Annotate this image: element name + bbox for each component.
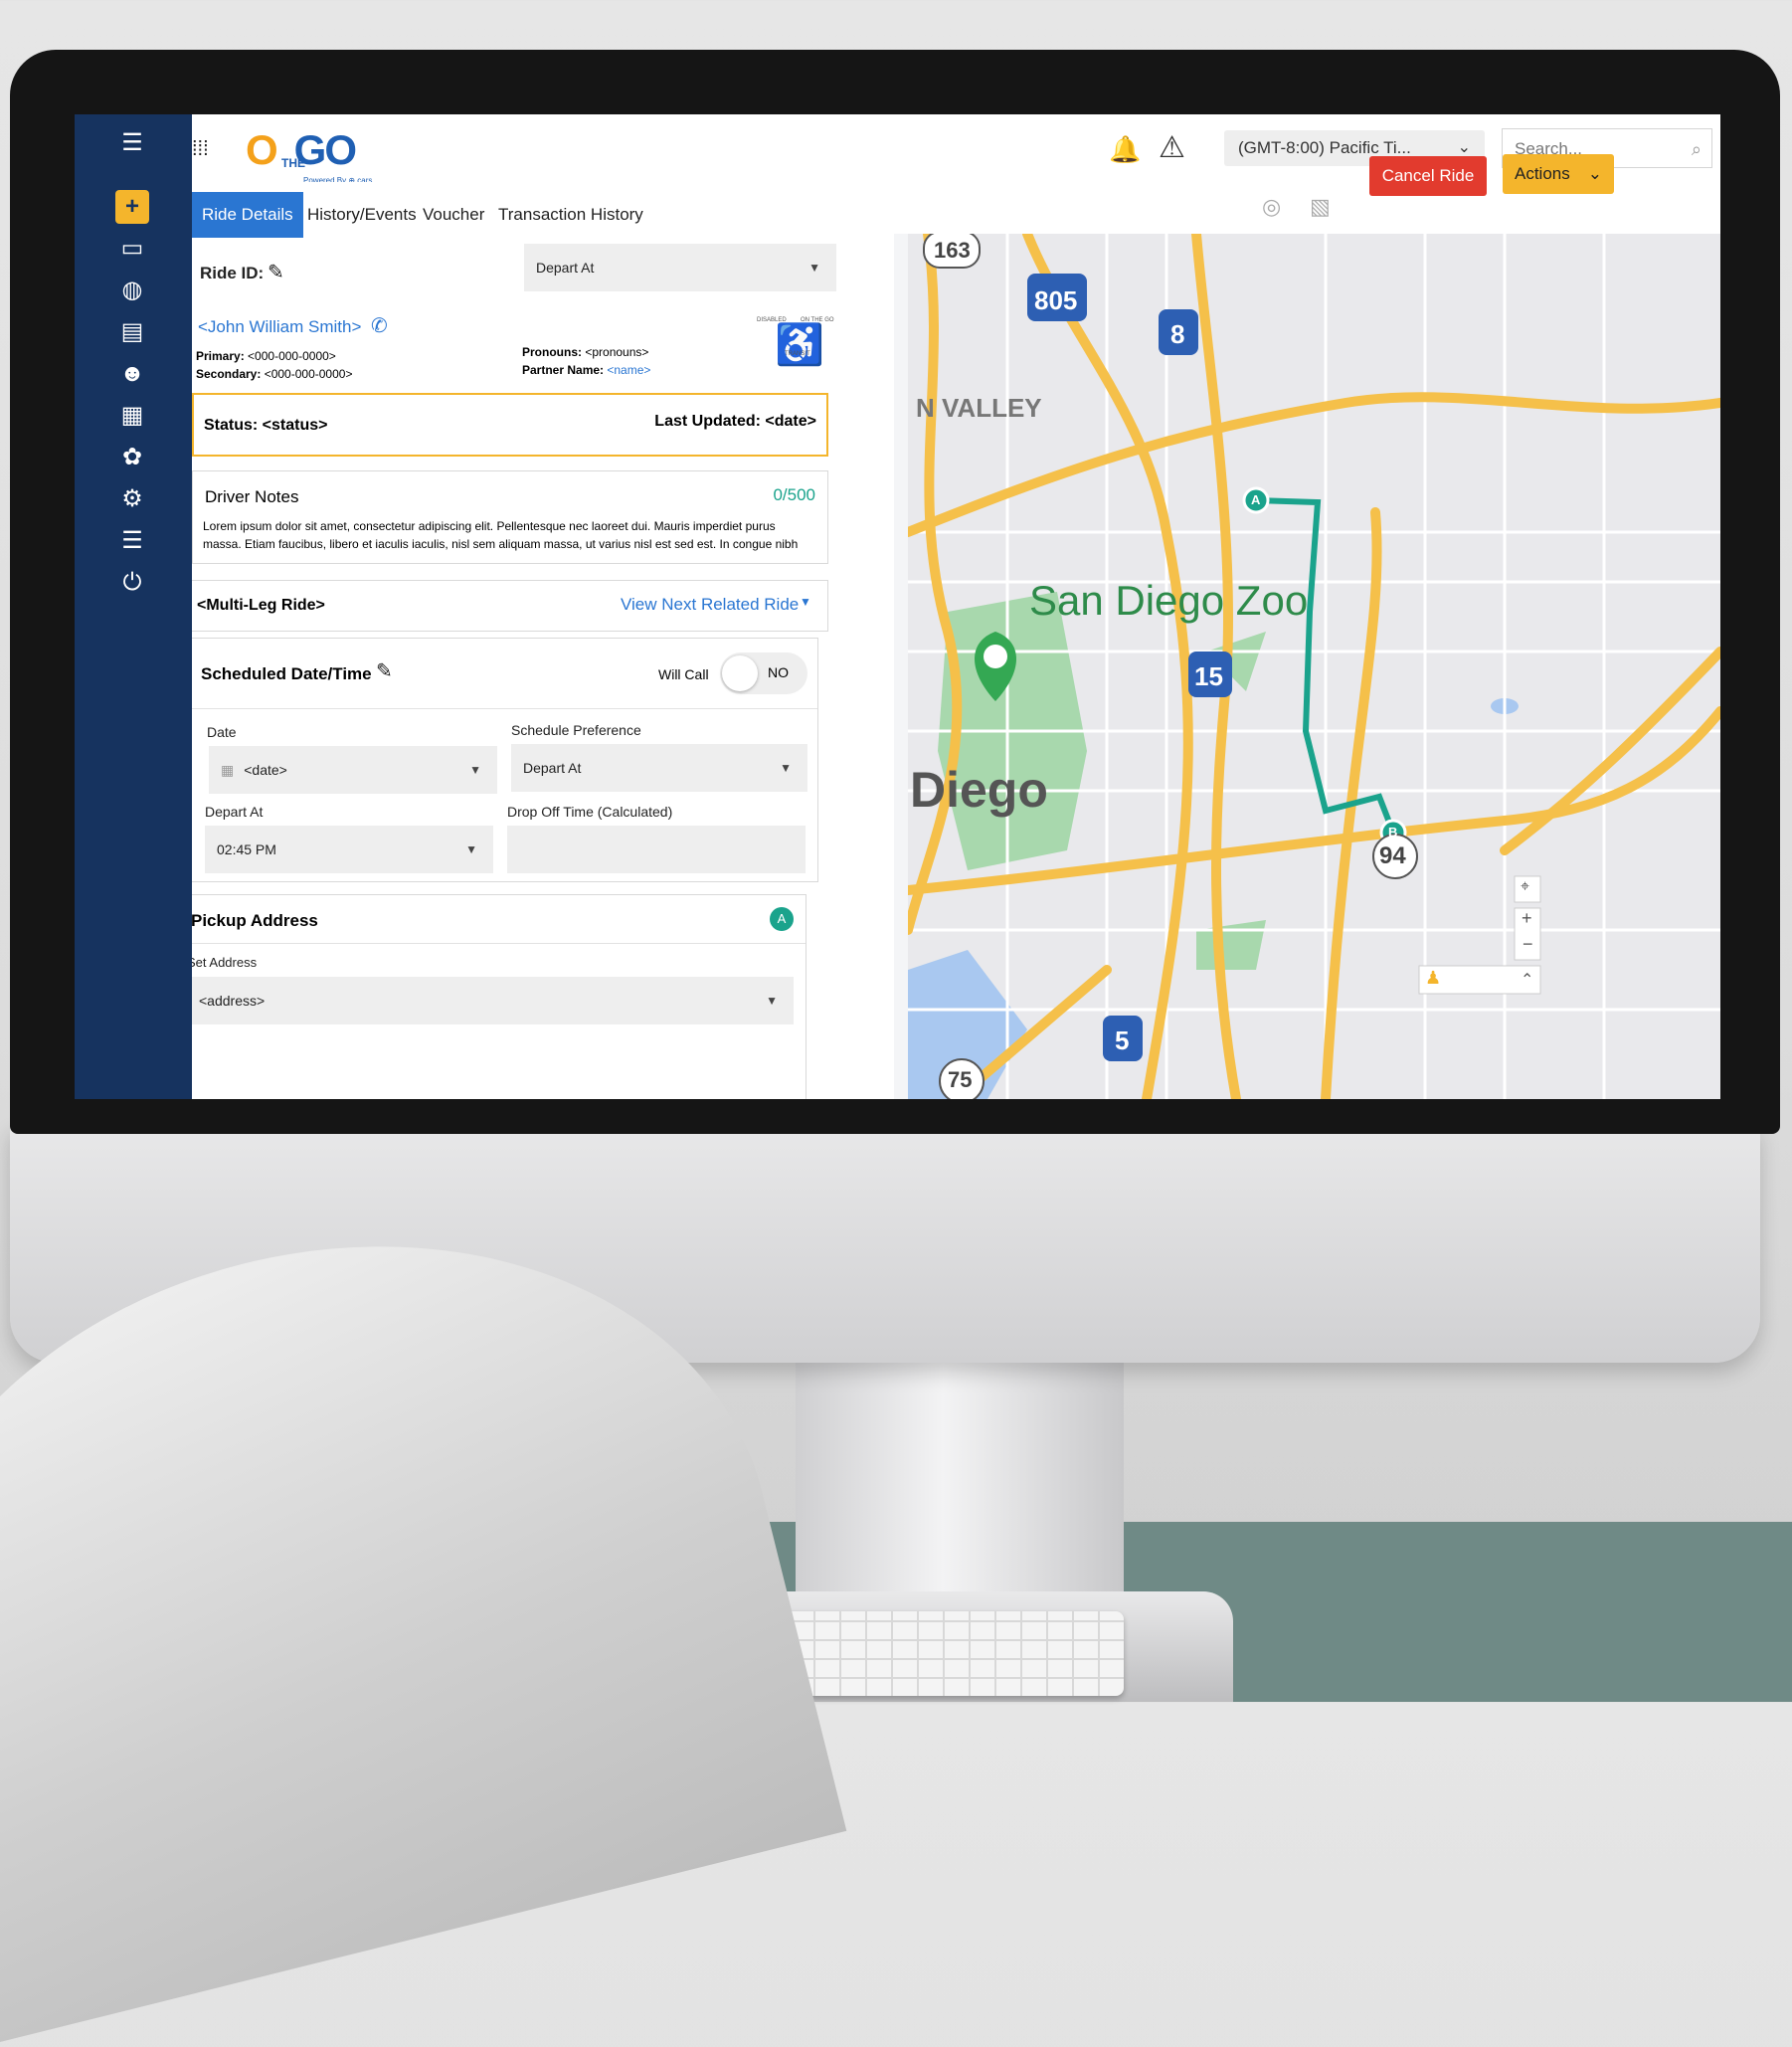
gears-icon[interactable]: ⚙	[115, 482, 149, 516]
date-label: Date	[207, 724, 237, 740]
dropoff-time-label: Drop Off Time (Calculated)	[507, 804, 673, 820]
zoom-in-icon[interactable]: +	[1522, 908, 1532, 929]
search-icon: ⌕	[1691, 139, 1702, 159]
calendar-icon: ▦	[221, 762, 235, 778]
valley-label: N VALLEY	[916, 393, 1042, 423]
pickup-address-card: Pickup Address A Set Address <address> ▼	[192, 894, 806, 1099]
tab-bar: Ride Details History/Events Voucher Tran…	[192, 192, 894, 238]
brand-logo: O GO THE Powered By ⊕ cars	[246, 126, 373, 185]
depart-at-label: Depart At	[205, 804, 264, 820]
shield-805: 805	[1034, 285, 1078, 315]
address-select[interactable]: <address> ▼	[192, 977, 794, 1024]
app-screen: ☰ + ▭ ◍ ▤ ☻ ▦ ✿ ⚙ ☰ ⏻ ⁞⁞⁞ O GO THE Powere…	[75, 114, 1720, 1099]
id-card-icon[interactable]: ▤	[115, 315, 149, 349]
shield-163: 163	[934, 238, 971, 263]
hide-eye-icon[interactable]: ◎	[1262, 194, 1281, 220]
multi-leg-title: <Multi-Leg Ride>	[197, 597, 325, 614]
actions-dropdown-button[interactable]: Actions ⌄	[1503, 154, 1614, 194]
status-text: Status: <status>	[204, 417, 328, 434]
locate-icon[interactable]: ⌖	[1521, 878, 1529, 896]
driver-notes-title: Driver Notes	[205, 487, 299, 506]
schedule-preference-select[interactable]: Depart At ▼	[511, 744, 807, 792]
rider-name-link[interactable]: <John William Smith>	[198, 317, 361, 337]
top-bar: ⁞⁞⁞ O GO THE Powered By ⊕ cars 🔔 ⚠ (GMT-8…	[192, 114, 1720, 185]
gear-icon[interactable]: ✿	[115, 441, 149, 474]
view-next-related-ride-link[interactable]: View Next Related Ride	[621, 595, 799, 615]
ride-id-label: Ride ID:	[200, 264, 265, 282]
wheelchair-icon: ♿	[775, 323, 824, 367]
bell-icon[interactable]: 🔔	[1109, 134, 1141, 165]
pronouns-value: <pronouns>	[585, 345, 649, 359]
pickup-title: Pickup Address	[192, 911, 318, 930]
disabled-transit-badge: DISABLED ON THE GO ♿ TRANSIT	[757, 317, 834, 367]
schedule-preference-label: Schedule Preference	[511, 722, 641, 738]
zoom-out-icon[interactable]: −	[1523, 934, 1533, 955]
status-bar: Status: <status> Last Updated: <date>	[192, 393, 828, 457]
warning-icon[interactable]: ⚠	[1159, 130, 1185, 165]
route-end-label: B	[1388, 825, 1398, 839]
shield-15: 15	[1194, 661, 1223, 691]
edit-ride-id-icon[interactable]: ✎	[268, 260, 284, 284]
dropoff-time-field	[507, 826, 806, 873]
scheduled-datetime-card: Scheduled Date/Time ✎ Will Call NO Date …	[192, 638, 818, 882]
side-nav-rail: ☰ + ▭ ◍ ▤ ☻ ▦ ✿ ⚙ ☰ ⏻	[75, 114, 192, 1099]
depart-at-select[interactable]: Depart At ▼	[524, 244, 836, 291]
city-label: Diego	[910, 762, 1048, 818]
date-select[interactable]: ▦ <date> ▼	[209, 746, 497, 794]
will-call-toggle[interactable]: NO	[720, 652, 807, 694]
partner-value: <name>	[607, 363, 651, 377]
apps-grid-icon[interactable]: ⁞⁞⁞	[192, 138, 214, 160]
ride-details-panel: Ride Details History/Events Voucher Tran…	[192, 182, 894, 1099]
primary-label: Primary:	[196, 349, 245, 363]
monitor-bezel: ☰ + ▭ ◍ ▤ ☻ ▦ ✿ ⚙ ☰ ⏻ ⁞⁞⁞ O GO THE Powere…	[10, 50, 1780, 1134]
will-call-label: Will Call	[658, 666, 709, 682]
route-map[interactable]: 163 805 8 15 94 5 75 N VALLEY San Diego …	[908, 234, 1720, 1099]
toggle-knob	[722, 655, 758, 691]
secondary-label: Secondary:	[196, 367, 262, 381]
primary-phone: <000-000-0000>	[248, 349, 336, 363]
rider-info-card: <John William Smith> ✆ Primary: <000-000…	[192, 303, 838, 393]
users-icon[interactable]: ☻	[115, 357, 149, 391]
shield-8: 8	[1170, 319, 1185, 349]
tab-history-events[interactable]: History/Events	[297, 192, 427, 238]
chevron-down-icon: ⌄	[1587, 164, 1602, 183]
notes-char-counter: 0/500	[773, 485, 815, 504]
tab-ride-details[interactable]: Ride Details	[192, 192, 303, 238]
multi-leg-card: <Multi-Leg Ride> View Next Related Ride …	[192, 580, 828, 632]
edit-schedule-icon[interactable]: ✎	[376, 658, 393, 683]
no-map-icon[interactable]: ▧	[1310, 194, 1331, 220]
shield-75: 75	[948, 1067, 973, 1092]
globe-settings-icon[interactable]: ◍	[115, 274, 149, 307]
zoo-label: San Diego Zoo	[1029, 577, 1309, 624]
pronouns-label: Pronouns:	[522, 345, 582, 359]
shield-94: 94	[1379, 842, 1406, 869]
set-address-label: Set Address	[192, 955, 258, 970]
pegman-icon[interactable]: ♟	[1425, 968, 1441, 989]
tab-voucher[interactable]: Voucher	[413, 192, 494, 238]
cancel-ride-button[interactable]: Cancel Ride	[1369, 156, 1487, 196]
secondary-phone: <000-000-0000>	[264, 367, 353, 381]
schedule-title: Scheduled Date/Time	[201, 664, 372, 683]
route-start-label: A	[1251, 492, 1261, 507]
depart-time-select[interactable]: 02:45 PM ▼	[205, 826, 493, 873]
shield-5: 5	[1115, 1025, 1130, 1055]
caret-down-icon[interactable]: ▼	[800, 595, 811, 609]
last-updated-text: Last Updated: <date>	[654, 413, 816, 430]
building-car-icon[interactable]: ▦	[115, 399, 149, 433]
menu-icon[interactable]: ☰	[115, 126, 149, 160]
driver-notes-text: Lorem ipsum dolor sit amet, consectetur …	[203, 519, 799, 551]
map-canvas	[908, 234, 1720, 1099]
report-icon[interactable]: ☰	[115, 524, 149, 558]
calendar-icon[interactable]: ▭	[115, 232, 149, 266]
phone-icon[interactable]: ✆	[371, 313, 388, 338]
expand-icon[interactable]: ⌃	[1521, 970, 1533, 990]
partner-label: Partner Name:	[522, 363, 605, 377]
caret-down-icon: ▼	[808, 261, 820, 275]
tab-transaction-history[interactable]: Transaction History	[488, 192, 653, 238]
power-icon[interactable]: ⏻	[115, 566, 149, 600]
add-ride-icon[interactable]: +	[115, 190, 149, 224]
pickup-marker-badge: A	[770, 907, 794, 931]
will-call-value: NO	[768, 664, 789, 680]
driver-notes-card[interactable]: Driver Notes 0/500 Lorem ipsum dolor sit…	[192, 470, 828, 564]
